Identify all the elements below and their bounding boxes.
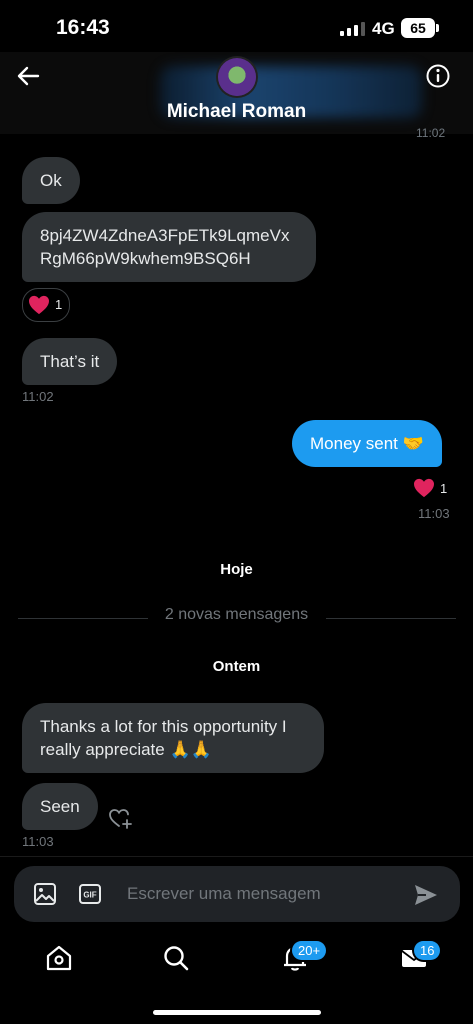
send-icon[interactable] [412,881,440,909]
messages-badge: 16 [414,941,441,960]
message-timestamp: 11:02 [416,126,446,140]
cellular-signal-icon [340,22,365,36]
contact-avatar[interactable] [218,58,256,96]
day-label: Hoje [220,561,253,578]
message-bubble-seen[interactable]: Seen [22,783,98,830]
info-icon[interactable] [424,62,452,90]
message-text-line: Thanks a lot for this opportunity I [40,717,287,736]
reaction-pill[interactable]: 1 [22,288,70,322]
back-arrow-icon[interactable] [14,62,42,90]
message-timestamp: 11:03 [418,506,450,521]
message-bubble-address[interactable]: 8pj4ZW4ZdneA3FpETk9LqmeVx RgM66pW9kwhem9… [22,212,316,282]
reaction-count: 1 [55,297,63,312]
search-icon[interactable] [161,943,191,973]
network-type: 4G [372,19,395,38]
image-icon[interactable] [32,881,58,907]
message-bubble-money-sent[interactable]: Money sent 🤝 [292,420,442,467]
message-text-line: really appreciate 🙏🙏 [40,740,212,759]
contact-name[interactable]: Michael Roman [0,101,473,123]
message-text-line: 8pj4ZW4ZdneA3FpETk9LqmeVx [40,226,290,245]
message-timestamp: 11:03 [22,834,54,849]
reaction-count: 1 [440,481,448,496]
new-messages-divider: 2 novas mensagens [164,606,309,623]
status-time: 16:43 [56,16,110,39]
home-icon[interactable] [44,943,74,973]
notifications-badge: 20+ [292,941,327,960]
day-label: Ontem [212,658,261,675]
message-bubble-thats-it[interactable]: That’s it [22,338,118,385]
composer-separator [0,856,473,857]
battery-tip [436,24,439,32]
gif-icon[interactable]: GIF [78,882,102,906]
heart-icon [414,478,434,498]
message-bubble-ok[interactable]: Ok [22,157,80,204]
message-text-line: RgM66pW9kwhem9BSQ6H [40,249,251,268]
home-indicator[interactable] [153,1010,321,1015]
add-reaction-icon[interactable] [108,806,134,830]
message-bubble-thanks[interactable]: Thanks a lot for this opportunity I real… [22,703,324,773]
message-input[interactable] [127,874,397,914]
message-timestamp: 11:02 [22,389,54,404]
battery-indicator: 65 [401,18,435,38]
heart-icon [29,295,49,315]
svg-text:GIF: GIF [83,891,96,900]
